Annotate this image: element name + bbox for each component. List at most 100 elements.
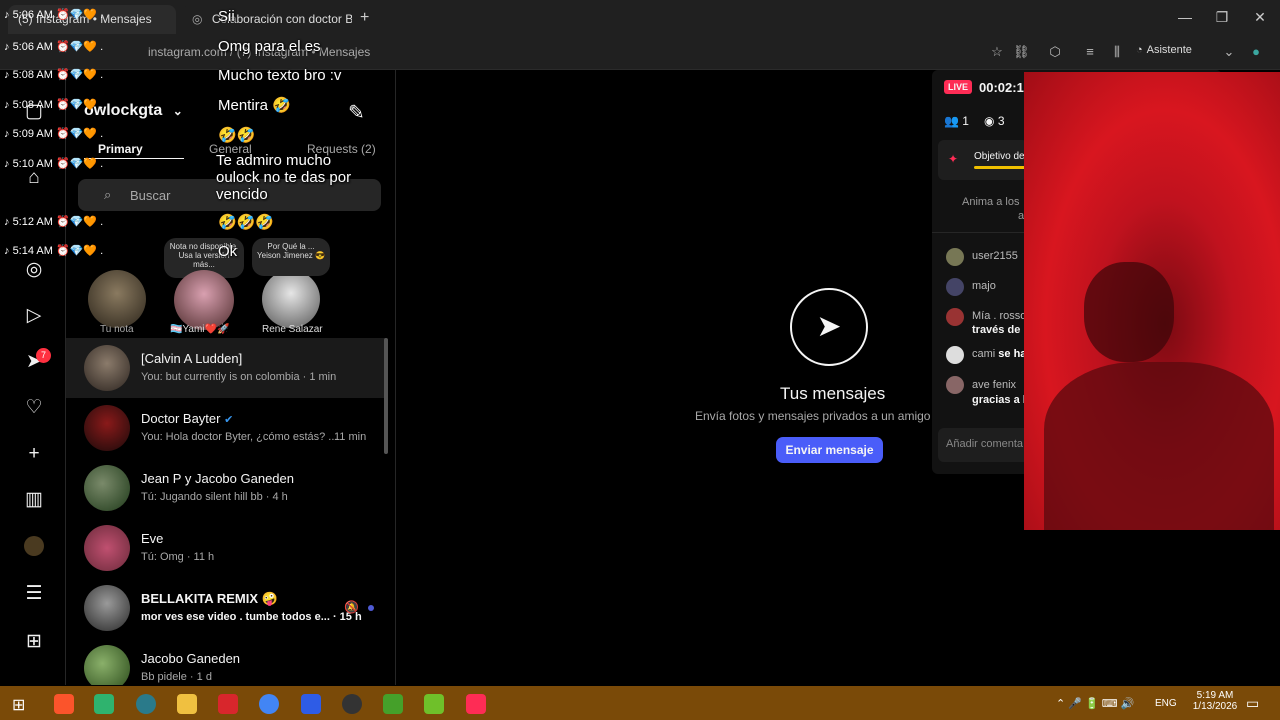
live-badge: LIVE xyxy=(944,80,973,94)
star-icon[interactable]: ☆ xyxy=(989,44,1005,60)
new-tab-button[interactable]: + xyxy=(360,9,369,27)
overlay-message: Mucho texto bro :v xyxy=(218,67,342,84)
avatar xyxy=(84,525,130,571)
compose-icon[interactable]: ✎ xyxy=(348,100,365,125)
verified-icon: ✔ xyxy=(224,414,234,426)
goal-label: Objetivo de xyxy=(974,151,1025,162)
chrome-icon[interactable] xyxy=(259,694,279,714)
eye-icon: ◉ xyxy=(984,114,995,128)
conversation-name: Doctor Bayter ✔ xyxy=(141,411,234,426)
chat-user: cami se ha xyxy=(972,348,1027,360)
live-timer: 00:02:1 xyxy=(979,80,1024,95)
app-blue-icon[interactable] xyxy=(301,694,321,714)
conversation-time: 11 min xyxy=(334,431,367,443)
language-indicator[interactable]: ENG xyxy=(1155,698,1177,709)
search-icon: ⌕ xyxy=(104,187,112,202)
windows-start-icon[interactable]: ⊞ xyxy=(12,695,25,715)
app-green-icon[interactable] xyxy=(94,694,114,714)
close-icon[interactable]: ✕ xyxy=(1251,8,1269,26)
unread-dot xyxy=(368,605,374,611)
apps-icon[interactable]: ⊞ xyxy=(22,630,46,654)
profile-avatar[interactable] xyxy=(24,536,44,556)
chevron-down-icon[interactable]: ⌄ xyxy=(1221,44,1237,60)
tab-colaboracion[interactable]: ◎ Colaboración con doctor Biter xyxy=(182,5,352,34)
browser-titlebar: (5) Instagram • Mensajes ◎ Colaboración … xyxy=(0,0,1280,34)
conversation-name: [Calvin A Ludden] xyxy=(141,351,243,366)
reels-icon[interactable]: ▷ xyxy=(22,304,46,328)
conversation-row[interactable]: Jacobo Ganeden Bb pidele · 1 d xyxy=(66,638,386,685)
tray-icons[interactable]: ⌃ 🎤 🔋 ⌨ 🔊 xyxy=(1056,697,1134,710)
person-body xyxy=(1044,362,1274,530)
person-head xyxy=(1084,262,1174,362)
tiktok-app-icon[interactable] xyxy=(466,694,486,714)
conversation-row[interactable]: Doctor Bayter ✔ You: Hola doctor Byter, … xyxy=(66,398,386,458)
more-menu-icon[interactable]: ☰ xyxy=(22,582,46,606)
chat-avatar xyxy=(946,278,964,296)
avatar xyxy=(84,585,130,631)
note-name: Rene Salazar xyxy=(262,324,323,335)
overlay-row: ♪ 5:06 AM ⏰💎🧡 . xyxy=(4,9,104,21)
conversation-preview: Bb pidele · 1 d xyxy=(141,671,212,683)
tiktok-icon: ♪ xyxy=(4,128,10,140)
conversation-row[interactable]: BELLAKITA REMIX 🤪 mor ves ese video . tu… xyxy=(66,578,386,638)
note-avatar[interactable] xyxy=(88,270,146,328)
clock[interactable]: 5:19 AM 1/13/2026 xyxy=(1190,690,1240,712)
android-icon[interactable] xyxy=(424,694,444,714)
send-message-button[interactable]: Enviar mensaje xyxy=(776,437,883,463)
overlay-message: 🤣🤣 xyxy=(218,127,256,144)
audio-wave-icon[interactable]: ⫼ xyxy=(1109,44,1125,60)
heart-icon[interactable]: ♡ xyxy=(22,396,46,420)
create-icon[interactable]: + xyxy=(22,442,46,466)
conversation-preview: You: Hola doctor Byter, ¿cómo estás? ... xyxy=(141,431,338,443)
note-avatar[interactable] xyxy=(174,270,234,330)
clock-time: 5:19 AM xyxy=(1196,690,1234,701)
tiktok-icon: ♪ xyxy=(4,245,10,257)
overlay-row: ♪ 5:10 AM ⏰💎🧡 . xyxy=(4,158,104,170)
globe-icon: ◎ xyxy=(192,12,203,26)
app-game-icon[interactable] xyxy=(383,694,403,714)
tiktok-icon: ♪ xyxy=(4,216,10,228)
overlay-message: Omg para el es xyxy=(218,38,321,55)
conversation-name: Eve xyxy=(141,531,164,546)
paper-plane-icon: ➤ xyxy=(790,288,868,366)
goal-card[interactable]: ✦ Objetivo de xyxy=(938,140,1028,180)
conversation-preview: Tú: Jugando silent hill bb · 4 h xyxy=(141,491,288,503)
overlay-row: ♪ 5:14 AM ⏰💎🧡 . xyxy=(4,245,104,257)
empty-state-title: Tus mensajes xyxy=(780,384,886,403)
overlay-message: Sii xyxy=(218,8,235,25)
muted-icon: 🔕 xyxy=(344,600,359,614)
conversation-row[interactable]: [Calvin A Ludden] You: but currently is … xyxy=(66,338,386,398)
link-icon[interactable]: ⛓ xyxy=(1013,44,1030,60)
menu-lines-icon[interactable]: ≡ xyxy=(1082,44,1098,60)
chat-avatar xyxy=(946,346,964,364)
tiktok-icon: ♪ xyxy=(4,99,10,111)
conversation-row[interactable]: Jean P y Jacobo Ganeden Tú: Jugando sile… xyxy=(66,458,386,518)
dashboard-icon[interactable]: ▥ xyxy=(22,488,46,512)
conversation-row[interactable]: Eve Tú: Omg · 11 h xyxy=(66,518,386,578)
obs-icon[interactable] xyxy=(342,694,362,714)
chat-text: gracias a l xyxy=(972,394,1026,406)
goal-icon: ✦ xyxy=(948,152,959,166)
edge-icon[interactable] xyxy=(136,694,156,714)
note-avatar[interactable] xyxy=(262,270,320,328)
brave-icon[interactable] xyxy=(54,694,74,714)
chat-text: través de xyxy=(972,324,1021,336)
extension-icon[interactable]: ⬡ xyxy=(1047,44,1063,60)
notification-icon[interactable]: ▭ xyxy=(1246,695,1259,712)
overlay-message: Ok xyxy=(218,243,238,260)
tiktok-icon: ♪ xyxy=(4,41,10,53)
chat-user: Mía . rosso xyxy=(972,310,1027,322)
file-explorer-icon[interactable] xyxy=(177,694,197,714)
overlay-message: 🤣🤣🤣 xyxy=(218,214,275,231)
pdf-icon[interactable] xyxy=(218,694,238,714)
assistant-button[interactable]: ◔ Asistente xyxy=(1136,44,1192,56)
overlay-row: ♪ 5:08 AM ⏰💎🧡 . xyxy=(4,99,104,111)
chat-avatar xyxy=(946,248,964,266)
maximize-icon[interactable]: ❐ xyxy=(1213,8,1231,26)
assistant-icon: ◔ xyxy=(1136,44,1143,56)
minimize-icon[interactable]: — xyxy=(1176,8,1194,26)
note-bubble: Por Qué la ... Yeison Jimenez 😎 xyxy=(252,238,330,276)
tab-primary[interactable]: Primary xyxy=(98,142,143,156)
profile-icon[interactable]: ● xyxy=(1248,44,1264,60)
scrollbar-thumb[interactable] xyxy=(384,338,388,454)
